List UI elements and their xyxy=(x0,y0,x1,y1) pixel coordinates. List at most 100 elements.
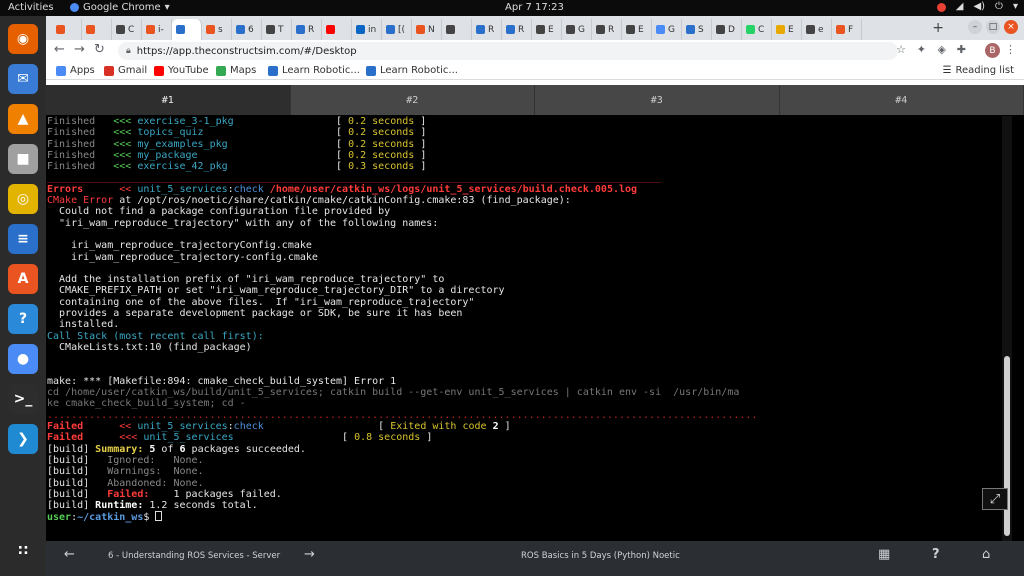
bookmark-item[interactable]: Apps xyxy=(56,65,95,76)
bookmark-label: YouTube xyxy=(168,65,209,76)
browser-tab[interactable]: S xyxy=(682,19,712,40)
vlc-icon[interactable]: ▲ xyxy=(8,104,38,134)
app-menu[interactable]: Google Chrome ▾ xyxy=(70,2,170,13)
browser-tab[interactable]: R xyxy=(502,19,532,40)
fullscreen-button[interactable]: ⤢ xyxy=(982,488,1008,510)
browser-tab[interactable]: G xyxy=(562,19,592,40)
show-apps-icon[interactable]: ∷ xyxy=(8,536,38,566)
bookmark-item[interactable]: Learn Robotic... xyxy=(366,65,458,76)
help-icon[interactable]: ? xyxy=(8,304,38,334)
terminal-cursor xyxy=(155,511,163,522)
terminal-line: ________________________________________… xyxy=(47,172,662,184)
favicon-icon xyxy=(146,25,155,34)
terminal-line: [build] Failed: 1 packages failed. xyxy=(47,488,282,500)
browser-tab[interactable]: G xyxy=(652,19,682,40)
rhythmbox-icon[interactable]: ◎ xyxy=(8,184,38,214)
bookmark-label: Apps xyxy=(70,65,95,76)
vscode-icon[interactable]: ❯ xyxy=(8,424,38,454)
browser-tab[interactable] xyxy=(172,19,202,40)
terminal-line: Add the installation prefix of "iri_wam_… xyxy=(47,274,445,286)
terminal-line: Call Stack (most recent call first): xyxy=(47,330,264,342)
browser-tab[interactable] xyxy=(322,19,352,40)
bookmark-item[interactable]: Learn Robotic... xyxy=(268,65,360,76)
layout-icon[interactable]: ▦ xyxy=(878,547,890,562)
terminal-tab[interactable]: #1 xyxy=(46,85,291,115)
reading-list-icon: ☰ xyxy=(942,65,952,76)
browser-tab[interactable]: F xyxy=(832,19,862,40)
unit-title: 6 - Understanding ROS Services - Server xyxy=(108,551,281,561)
favicon-icon xyxy=(536,25,545,34)
extension-icon[interactable]: ◈ xyxy=(938,43,946,56)
browser-tab[interactable]: e xyxy=(802,19,832,40)
browser-tab[interactable]: E xyxy=(772,19,802,40)
menu-icon[interactable]: ⋮ xyxy=(1005,43,1016,56)
bookmark-item[interactable]: YouTube xyxy=(154,65,209,76)
browser-tab[interactable]: C xyxy=(742,19,772,40)
browser-tab[interactable]: E xyxy=(622,19,652,40)
terminal-line: ke cmake_check_build_system; cd - xyxy=(47,398,246,410)
address-bar[interactable]: 🔒︎ https://app.theconstructsim.com/#/Des… xyxy=(118,42,898,60)
browser-tab[interactable]: R xyxy=(592,19,622,40)
browser-tab[interactable]: in xyxy=(352,19,382,40)
star-icon[interactable]: ☆ xyxy=(896,43,906,56)
bookmark-item[interactable]: Maps xyxy=(216,65,256,76)
terminal-icon[interactable]: >_ xyxy=(8,384,38,414)
browser-tab-label: R xyxy=(488,24,495,35)
home-icon[interactable]: ⌂ xyxy=(982,547,990,562)
extension-icon[interactable]: ✦ xyxy=(917,43,926,56)
terminal-line: "iri_wam_reproduce_trajectory" with any … xyxy=(47,217,439,229)
puzzle-icon[interactable]: ✚ xyxy=(957,43,966,56)
activities-button[interactable]: Activities xyxy=(8,2,54,13)
browser-tab[interactable]: E xyxy=(532,19,562,40)
terminal-line: provides a separate development package … xyxy=(47,308,463,320)
browser-tab[interactable]: N xyxy=(412,19,442,40)
chrome-small-icon xyxy=(70,3,79,12)
browser-tab[interactable] xyxy=(442,19,472,40)
terminal-scrollbar[interactable] xyxy=(1002,116,1012,541)
favicon-icon xyxy=(776,25,785,34)
terminal-tab[interactable]: #2 xyxy=(290,85,535,115)
browser-tab[interactable]: T xyxy=(262,19,292,40)
forward-button[interactable]: → xyxy=(74,42,85,57)
browser-tab[interactable]: D xyxy=(712,19,742,40)
volume-icon: ◀) xyxy=(973,1,986,12)
next-unit-button[interactable]: → xyxy=(304,547,315,562)
chevron-down-icon: ▾ xyxy=(164,2,170,13)
browser-tab[interactable]: [( xyxy=(382,19,412,40)
terminal-tab[interactable]: #4 xyxy=(779,85,1024,115)
favicon-icon xyxy=(206,25,215,34)
writer-icon[interactable]: ≡ xyxy=(8,224,38,254)
chrome-icon[interactable]: ● xyxy=(8,344,38,374)
terminal-output[interactable]: Finished <<< exercise_3-1_pkg [ 0.2 seco… xyxy=(46,116,1002,541)
close-button[interactable]: × xyxy=(1004,20,1018,34)
browser-tab[interactable]: i- xyxy=(142,19,172,40)
browser-tab[interactable] xyxy=(82,19,112,40)
browser-tab[interactable]: C xyxy=(112,19,142,40)
browser-tab-label: R xyxy=(308,24,315,35)
reload-button[interactable]: ↻ xyxy=(94,42,105,57)
clock[interactable]: Apr 7 17:23 xyxy=(505,2,564,13)
system-tray[interactable]: ◢ ◀) ⏻ ▾ xyxy=(936,1,1018,12)
new-tab-button[interactable]: + xyxy=(932,20,944,36)
help-icon[interactable]: ? xyxy=(932,547,940,562)
terminal-line: [build] Ignored: None. xyxy=(47,454,204,466)
browser-tab[interactable]: R xyxy=(472,19,502,40)
minimize-button[interactable]: – xyxy=(968,20,982,34)
browser-tab[interactable] xyxy=(52,19,82,40)
maximize-button[interactable]: □ xyxy=(986,20,1000,34)
back-button[interactable]: ← xyxy=(54,42,65,57)
favicon-icon xyxy=(686,25,695,34)
reading-list-button[interactable]: ☰ Reading list xyxy=(943,65,1014,76)
files-icon[interactable]: ■ xyxy=(8,144,38,174)
bookmark-item[interactable]: Gmail xyxy=(104,65,147,76)
browser-tab[interactable]: 6 xyxy=(232,19,262,40)
software-icon[interactable]: A xyxy=(8,264,38,294)
firefox-icon[interactable]: ◉ xyxy=(8,24,38,54)
avatar[interactable]: B xyxy=(985,43,1000,58)
browser-tab[interactable]: s xyxy=(202,19,232,40)
browser-tab[interactable]: R xyxy=(292,19,322,40)
prev-unit-button[interactable]: ← xyxy=(64,547,75,562)
terminal-tab[interactable]: #3 xyxy=(535,85,780,115)
favicon-icon xyxy=(506,25,515,34)
thunderbird-icon[interactable]: ✉ xyxy=(8,64,38,94)
